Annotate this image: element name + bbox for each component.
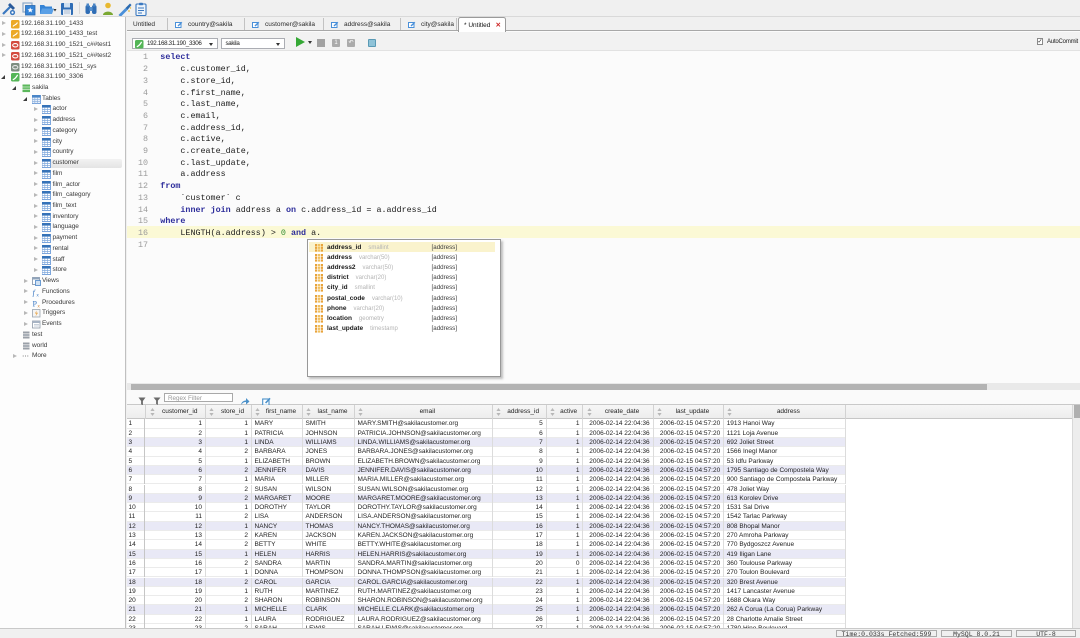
svg-text:x: x bbox=[37, 303, 40, 308]
svg-text:x: x bbox=[36, 292, 39, 297]
svg-text:⋯: ⋯ bbox=[22, 354, 29, 361]
